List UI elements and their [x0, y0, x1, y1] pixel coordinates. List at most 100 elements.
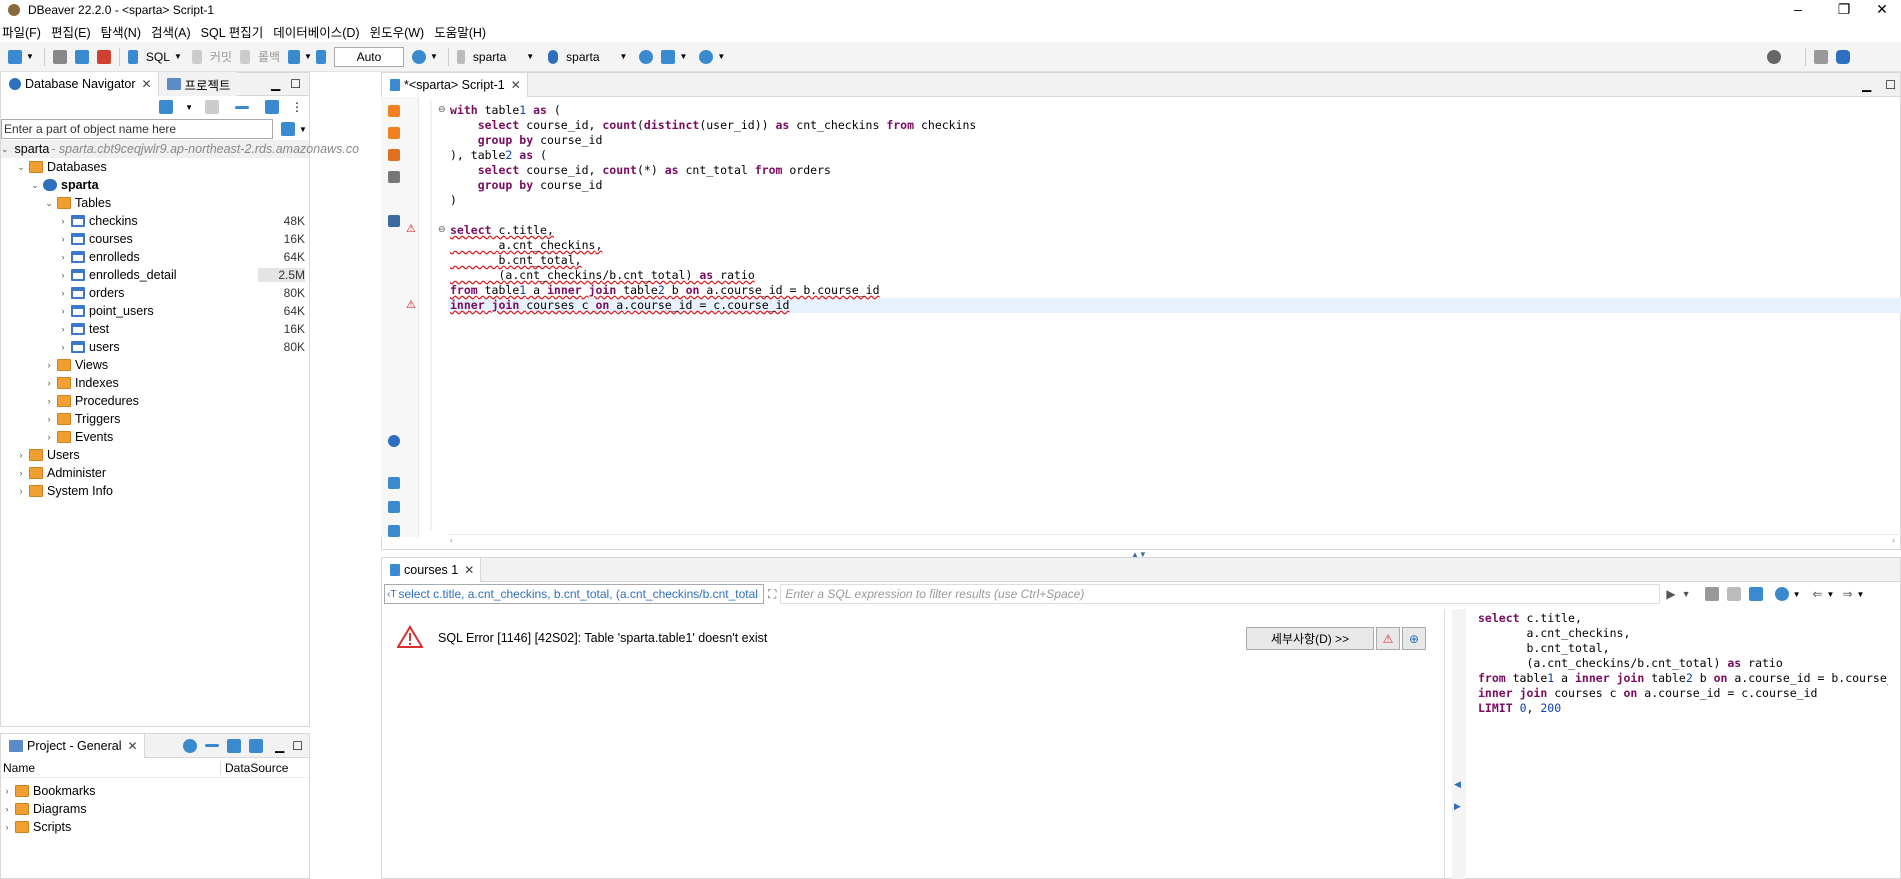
- forward-icon[interactable]: ⇒: [1842, 587, 1852, 601]
- close-window-button[interactable]: ✕: [1862, 0, 1901, 20]
- tree-node[interactable]: ⌄ Tables: [43, 194, 309, 212]
- schema-selector[interactable]: sparta: [566, 50, 599, 64]
- chevron-right-icon[interactable]: ›: [57, 306, 69, 316]
- tree-node[interactable]: › orders 80K: [57, 284, 309, 302]
- new-connection-icon[interactable]: [8, 49, 22, 64]
- chevron-right-icon[interactable]: ›: [1, 786, 13, 796]
- transaction-mode-field[interactable]: Auto: [333, 46, 404, 67]
- connect-icon[interactable]: [52, 49, 67, 64]
- close-icon[interactable]: ✕: [511, 78, 521, 92]
- code-line[interactable]: group by course_id: [450, 178, 976, 193]
- column-header-name[interactable]: Name: [1, 760, 221, 775]
- lock-icon[interactable]: [315, 49, 326, 64]
- search-icon[interactable]: [699, 49, 714, 64]
- menu-item[interactable]: SQL 편집기: [201, 22, 264, 41]
- tree-node[interactable]: › Bookmarks: [1, 782, 309, 800]
- error-marker-icon[interactable]: ⚠: [406, 298, 416, 311]
- tree-node[interactable]: › Users: [15, 446, 309, 464]
- menu-item[interactable]: 탐색(N): [101, 22, 141, 41]
- reconnect-icon[interactable]: ⊕: [1402, 627, 1426, 650]
- code-line[interactable]: a.cnt_checkins,: [450, 238, 976, 253]
- chevron-right-icon[interactable]: ›: [43, 378, 55, 388]
- tab-script-1[interactable]: *<sparta> Script-1 ✕: [382, 72, 528, 97]
- chevron-right-icon[interactable]: ›: [43, 432, 55, 442]
- maximize-panel-icon[interactable]: ☐: [290, 77, 301, 91]
- chevron-right-icon[interactable]: ›: [15, 468, 27, 478]
- chevron-right-icon[interactable]: ›: [57, 234, 69, 244]
- tree-node[interactable]: › Events: [43, 428, 309, 446]
- load-script-icon[interactable]: [388, 501, 400, 513]
- chevron-down-icon[interactable]: ▼: [304, 52, 312, 61]
- chevron-right-icon[interactable]: ›: [15, 450, 27, 460]
- fold-icon[interactable]: ⊖: [438, 104, 446, 115]
- maximize-panel-icon[interactable]: ☐: [1885, 78, 1896, 92]
- tree-node[interactable]: ⌄ sparta - sparta.cbt9ceqjwlr9.ap-northea…: [1, 140, 359, 158]
- code-line[interactable]: ), table2 as (: [450, 148, 976, 163]
- tree-node[interactable]: › Administer: [15, 464, 309, 482]
- dashboard-icon[interactable]: [639, 49, 654, 64]
- link-editor-icon[interactable]: [249, 738, 263, 753]
- menu-item[interactable]: 도움말(H): [434, 22, 486, 41]
- code-line[interactable]: inner join courses c on a.course_id = c.…: [450, 298, 976, 313]
- menu-item[interactable]: 편집(E): [51, 22, 91, 41]
- add-icon[interactable]: [227, 738, 241, 753]
- execute-script-icon[interactable]: [388, 149, 400, 161]
- explain-plan-icon[interactable]: [388, 171, 400, 183]
- minimize-panel-icon[interactable]: ▁: [1862, 78, 1871, 92]
- chevron-down-icon[interactable]: ▼: [679, 52, 687, 61]
- chevron-down-icon[interactable]: ⌄: [43, 198, 55, 209]
- execute-statement-icon[interactable]: [388, 105, 400, 117]
- code-line[interactable]: select course_id, count(*) as cnt_total …: [450, 163, 976, 178]
- tree-node[interactable]: › System Info: [15, 482, 309, 500]
- tab-project-general[interactable]: Project - General ✕: [1, 733, 145, 758]
- chevron-right-icon[interactable]: ›: [57, 252, 69, 262]
- expand-icon[interactable]: ⛶: [768, 587, 776, 602]
- save-filter-icon[interactable]: [1748, 587, 1763, 601]
- chevron-right-icon[interactable]: ›: [43, 360, 55, 370]
- collapse-all-icon[interactable]: [235, 105, 249, 109]
- code-line[interactable]: group by course_id: [450, 133, 976, 148]
- code-line[interactable]: select c.title,: [450, 223, 976, 238]
- tab-database-navigator[interactable]: Database Navigator ✕: [1, 72, 159, 96]
- menu-item[interactable]: 파일(F): [2, 22, 41, 41]
- restore-button[interactable]: ❐: [1824, 0, 1864, 20]
- link-editor-icon[interactable]: [265, 100, 279, 114]
- sql-editor-icon[interactable]: [127, 49, 138, 64]
- side-panel-handle[interactable]: ◀ ▶: [1452, 609, 1466, 879]
- chevron-down-icon[interactable]: ▼: [1827, 590, 1835, 599]
- chevron-down-icon[interactable]: ▼: [299, 125, 307, 134]
- chevron-right-icon[interactable]: ›: [1, 804, 13, 814]
- sql-button[interactable]: SQL: [146, 50, 170, 64]
- close-icon[interactable]: ✕: [127, 739, 137, 753]
- code-line[interactable]: from table1 a inner join table2 b on a.c…: [450, 283, 976, 298]
- tree-node[interactable]: › Procedures: [43, 392, 309, 410]
- fold-icon[interactable]: ⊖: [438, 224, 446, 235]
- erase-filter-icon[interactable]: [1704, 587, 1719, 601]
- filter-icon[interactable]: [281, 122, 295, 136]
- tree-node[interactable]: ⌄ sparta: [29, 176, 309, 194]
- rollback-button[interactable]: 롤백: [258, 48, 280, 65]
- perspective-icon[interactable]: [1814, 49, 1829, 64]
- chevron-right-icon[interactable]: ›: [57, 216, 69, 226]
- close-icon[interactable]: ✕: [141, 77, 151, 91]
- new-folder-icon[interactable]: [205, 100, 219, 114]
- minimize-button[interactable]: –: [1778, 0, 1818, 20]
- filter-history-icon[interactable]: ▼: [1682, 589, 1691, 599]
- export-icon[interactable]: [388, 477, 400, 489]
- chevron-down-icon[interactable]: ▼: [185, 103, 193, 112]
- minimize-panel-icon[interactable]: ▁: [271, 77, 280, 91]
- tree-node[interactable]: › Triggers: [43, 410, 309, 428]
- column-header-datasource[interactable]: DataSource: [221, 761, 288, 775]
- tree-node[interactable]: › Views: [43, 356, 309, 374]
- commit-button[interactable]: 커밋: [210, 48, 232, 65]
- sql-code-area[interactable]: with table1 as ( select course_id, count…: [450, 103, 976, 313]
- code-line[interactable]: b.cnt_total,: [450, 253, 976, 268]
- chevron-right-icon[interactable]: ›: [1, 822, 13, 832]
- chevron-right-icon[interactable]: ›: [43, 414, 55, 424]
- datasource-selector[interactable]: sparta: [473, 50, 506, 64]
- transaction-mode-icon[interactable]: [288, 49, 301, 64]
- chevron-down-icon[interactable]: ▼: [1857, 590, 1865, 599]
- chevron-down-icon[interactable]: ▼: [717, 52, 725, 61]
- terminal-icon[interactable]: [388, 215, 400, 227]
- minimize-panel-icon[interactable]: ▁: [275, 739, 284, 753]
